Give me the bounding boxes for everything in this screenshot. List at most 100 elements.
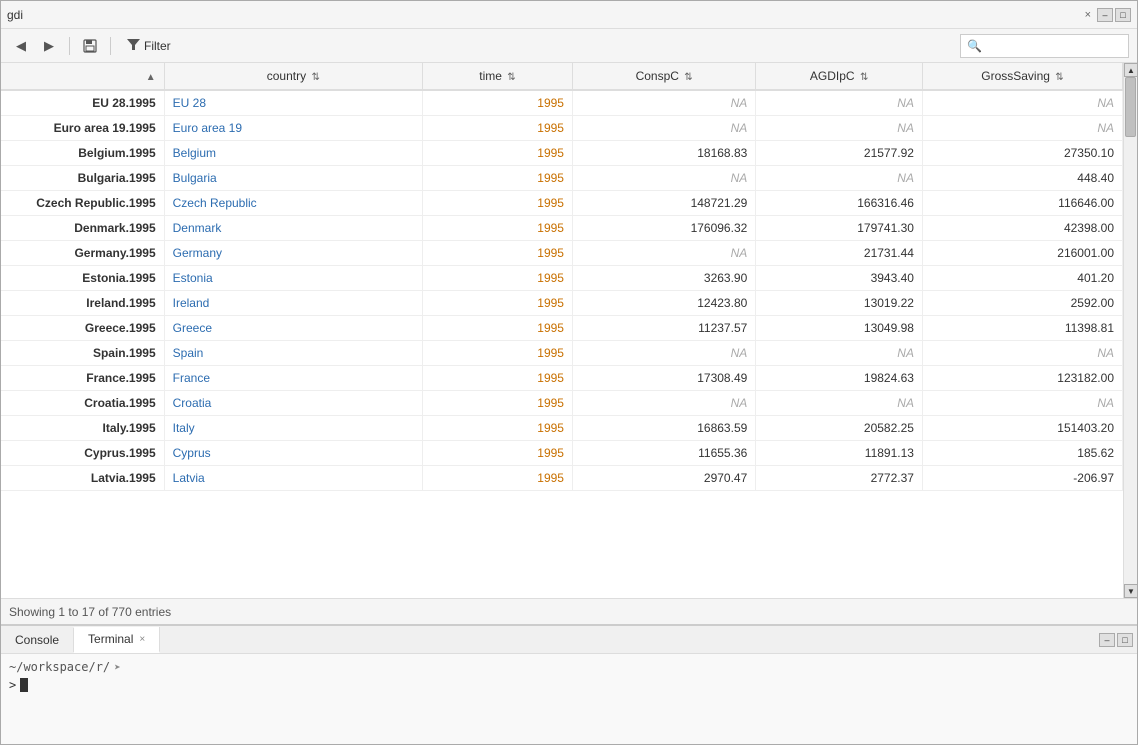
cell-country[interactable]: Greece [164,316,422,341]
title-close-btn[interactable]: × [1079,7,1097,23]
cell-rowname: Denmark.1995 [1,216,164,241]
col-header-country[interactable]: country ⇅ [164,63,422,90]
search-icon: 🔍 [967,39,982,53]
search-input[interactable] [982,39,1122,53]
tab-terminal-close[interactable]: × [139,634,145,645]
bottom-panel: Console Terminal × – □ ~/workspace/r/ ➤ … [1,624,1137,744]
col-header-agdipc[interactable]: AGDIpC ⇅ [756,63,923,90]
cell-grosssaving: -206.97 [922,466,1122,491]
table-row: Estonia.1995Estonia19953263.903943.40401… [1,266,1123,291]
cell-agdipc: 2772.37 [756,466,923,491]
window-controls: – □ [1097,8,1131,22]
minimize-button[interactable]: – [1097,8,1113,22]
cell-country[interactable]: Denmark [164,216,422,241]
table-row: Czech Republic.1995Czech Republic1995148… [1,191,1123,216]
cell-conspc: 18168.83 [572,141,755,166]
cell-agdipc: 11891.13 [756,441,923,466]
maximize-button[interactable]: □ [1115,8,1131,22]
bottom-minimize-button[interactable]: – [1099,633,1115,647]
cell-country[interactable]: EU 28 [164,90,422,116]
cell-rowname: Estonia.1995 [1,266,164,291]
main-window: gdi × – □ ◀ ▶ Filter [0,0,1138,745]
cell-time: 1995 [422,191,572,216]
scroll-track[interactable] [1124,77,1137,584]
sort-time-icon: ⇅ [507,72,515,83]
col-header-grosssaving[interactable]: GrossSaving ⇅ [922,63,1122,90]
cell-agdipc: NA [756,166,923,191]
save-button[interactable] [78,34,102,58]
cell-country[interactable]: Italy [164,416,422,441]
cell-country[interactable]: Euro area 19 [164,116,422,141]
cell-conspc: 11237.57 [572,316,755,341]
scroll-up-arrow[interactable]: ▲ [1124,63,1137,77]
scroll-thumb[interactable] [1125,77,1136,137]
col-header-rowname[interactable]: ▲ [1,63,164,90]
cell-country[interactable]: Cyprus [164,441,422,466]
cell-time: 1995 [422,316,572,341]
table-row: Croatia.1995Croatia1995NANANA [1,391,1123,416]
cell-country[interactable]: Estonia [164,266,422,291]
cell-grosssaving: 448.40 [922,166,1122,191]
sort-up-icon: ▲ [146,72,156,83]
cell-grosssaving: NA [922,90,1122,116]
cell-rowname: EU 28.1995 [1,90,164,116]
vertical-scrollbar[interactable]: ▲ ▼ [1123,63,1137,598]
col-header-time[interactable]: time ⇅ [422,63,572,90]
back-button[interactable]: ◀ [9,34,33,58]
cell-rowname: Greece.1995 [1,316,164,341]
cell-time: 1995 [422,216,572,241]
cell-time: 1995 [422,241,572,266]
cell-grosssaving: 123182.00 [922,366,1122,391]
cell-agdipc: NA [756,341,923,366]
cell-time: 1995 [422,90,572,116]
status-bar: Showing 1 to 17 of 770 entries [1,598,1137,624]
bottom-maximize-button[interactable]: □ [1117,633,1133,647]
cell-country[interactable]: Czech Republic [164,191,422,216]
table-header-row: ▲ country ⇅ time ⇅ ConspC ⇅ [1,63,1123,90]
cell-conspc: NA [572,166,755,191]
cell-grosssaving: NA [922,116,1122,141]
path-arrow-icon: ➤ [114,661,121,674]
cell-country[interactable]: Latvia [164,466,422,491]
cell-country[interactable]: Ireland [164,291,422,316]
cell-agdipc: 13019.22 [756,291,923,316]
table-container: ▲ country ⇅ time ⇅ ConspC ⇅ [1,63,1137,598]
cell-country[interactable]: Spain [164,341,422,366]
cell-rowname: France.1995 [1,366,164,391]
table-row: Spain.1995Spain1995NANANA [1,341,1123,366]
cell-conspc: NA [572,341,755,366]
table-row: Greece.1995Greece199511237.5713049.98113… [1,316,1123,341]
cell-time: 1995 [422,391,572,416]
cell-time: 1995 [422,116,572,141]
cell-country[interactable]: Belgium [164,141,422,166]
status-text: Showing 1 to 17 of 770 entries [9,605,171,619]
cell-rowname: Cyprus.1995 [1,441,164,466]
filter-button[interactable]: Filter [119,35,179,56]
tab-terminal[interactable]: Terminal × [74,627,160,653]
console-path: ~/workspace/r/ ➤ [9,658,1129,678]
table-row: Bulgaria.1995Bulgaria1995NANA448.40 [1,166,1123,191]
data-table: ▲ country ⇅ time ⇅ ConspC ⇅ [1,63,1123,491]
console-cursor [20,678,28,692]
cell-agdipc: NA [756,391,923,416]
sort-country-icon: ⇅ [311,72,319,83]
cell-country[interactable]: France [164,366,422,391]
cell-grosssaving: 151403.20 [922,416,1122,441]
cell-country[interactable]: Bulgaria [164,166,422,191]
cell-grosssaving: 42398.00 [922,216,1122,241]
cell-rowname: Italy.1995 [1,416,164,441]
cell-country[interactable]: Croatia [164,391,422,416]
cell-rowname: Spain.1995 [1,341,164,366]
forward-button[interactable]: ▶ [37,34,61,58]
cell-grosssaving: 216001.00 [922,241,1122,266]
cell-grosssaving: 185.62 [922,441,1122,466]
scroll-down-arrow[interactable]: ▼ [1124,584,1137,598]
cell-rowname: Euro area 19.1995 [1,116,164,141]
cell-country[interactable]: Germany [164,241,422,266]
tab-console[interactable]: Console [1,628,74,652]
cell-conspc: NA [572,90,755,116]
toolbar-separator-2 [110,37,111,55]
table-scroll-area[interactable]: ▲ country ⇅ time ⇅ ConspC ⇅ [1,63,1123,598]
col-header-conspc[interactable]: ConspC ⇅ [572,63,755,90]
cell-conspc: 11655.36 [572,441,755,466]
